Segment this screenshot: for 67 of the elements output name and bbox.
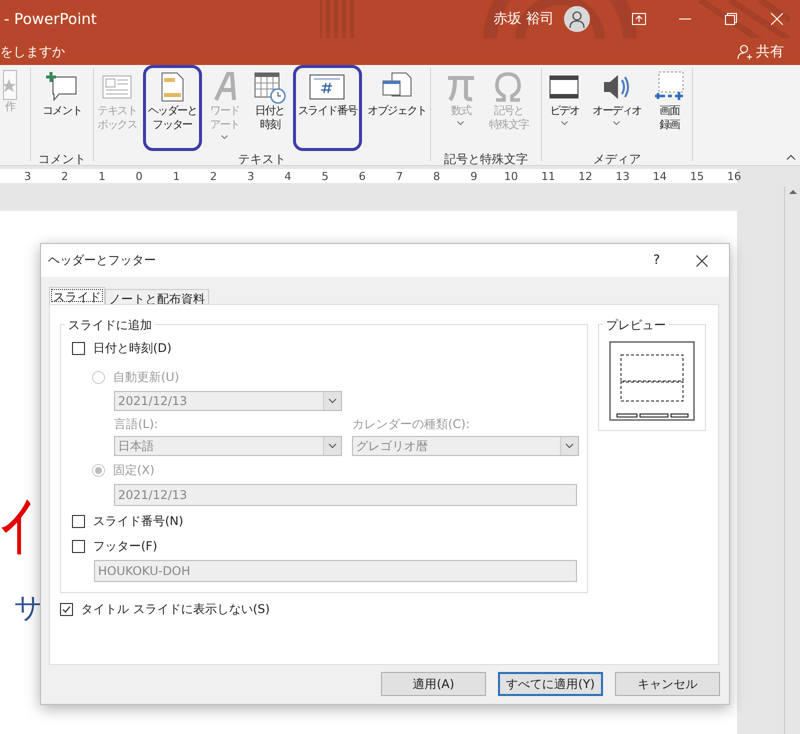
- ruler-number: 1: [97, 170, 106, 182]
- dialog-title: ヘッダーとフッター: [48, 252, 157, 269]
- group-label: コメント: [37, 151, 87, 168]
- radio-label: 自動更新(U): [113, 368, 180, 386]
- scrollbar[interactable]: [784, 186, 800, 734]
- ruler-number: 10: [503, 170, 520, 182]
- ruler-number: 4: [283, 170, 292, 182]
- ruler-number: 1: [172, 170, 181, 182]
- checkmark-icon: [61, 604, 72, 614]
- avatar-icon[interactable]: [564, 6, 590, 32]
- close-icon[interactable]: [696, 254, 708, 266]
- ruler-number: 3: [23, 170, 32, 182]
- slide-subtitle: サ: [14, 594, 43, 622]
- ribbon-button[interactable]: オブジェクト: [362, 65, 432, 151]
- ribbon-button[interactable]: オーディオ: [587, 65, 646, 151]
- ribbon-button[interactable]: コメント: [37, 65, 87, 151]
- chevron-down-icon: [328, 443, 337, 449]
- checkbox[interactable]: [72, 342, 85, 354]
- ribbon-button[interactable]: ヘッダーと フッター: [142, 65, 202, 151]
- calendar-type-label: カレンダーの種類(C):: [352, 416, 471, 433]
- window-title: - PowerPoint: [3, 10, 97, 28]
- checkbox[interactable]: [60, 602, 73, 616]
- ruler-number: 12: [577, 170, 594, 182]
- radio-label: 固定(X): [113, 462, 155, 478]
- checkbox-label: 日付と時刻(D): [93, 340, 172, 356]
- ruler-number: 3: [246, 170, 256, 182]
- slide-title: イ: [0, 496, 37, 558]
- ribbon-button[interactable]: スライド番号: [292, 65, 362, 151]
- dialog-button[interactable]: キャンセル: [615, 672, 720, 696]
- dialog-button[interactable]: 適用(A): [381, 672, 486, 696]
- ruler-number: 15: [688, 170, 705, 182]
- ruler-number: 13: [614, 170, 631, 182]
- group-legend: スライドに追加: [65, 317, 155, 334]
- ruler-number: 16: [726, 170, 742, 182]
- ribbon-button[interactable]: ビデオ: [542, 65, 586, 151]
- user-name: 赤坂 裕司: [494, 10, 554, 28]
- ruler-number: 7: [394, 170, 404, 182]
- checkbox-label: フッター(F): [93, 538, 158, 554]
- collapse-ribbon-icon[interactable]: [786, 154, 796, 160]
- dialog-button[interactable]: すべてに適用(Y): [498, 672, 603, 696]
- ruler-number: 2: [209, 170, 218, 182]
- ruler-number: 8: [432, 170, 442, 182]
- group-label: 記号と特殊文字: [443, 151, 529, 168]
- ruler-number: 14: [652, 170, 668, 182]
- ruler-number: 2: [60, 170, 70, 182]
- comment-icon: [44, 70, 79, 104]
- checkbox-label: スライド番号(N): [93, 512, 184, 530]
- ruler-number: 11: [540, 170, 556, 182]
- chevron-down-icon: [565, 443, 574, 449]
- share-button[interactable]: 共有: [737, 42, 784, 60]
- group-label: メディア: [592, 151, 642, 168]
- calendar-clock-icon: [252, 70, 287, 104]
- person-add-icon: [737, 44, 753, 60]
- chevron-down-icon: [328, 398, 337, 404]
- ribbon-button[interactable]: 日付と 時刻: [248, 65, 292, 151]
- language-label: 言語(L):: [114, 416, 160, 433]
- ruler-number: 5: [320, 170, 330, 182]
- checkbox-label: タイトル スライドに表示しない(S): [81, 600, 270, 618]
- scroll-up-icon[interactable]: [788, 189, 796, 194]
- group-label: テキスト: [237, 151, 287, 168]
- checkbox[interactable]: [72, 514, 85, 528]
- ruler-number: 9: [469, 170, 478, 182]
- ruler-number: 6: [358, 170, 367, 182]
- help-button[interactable]: ?: [653, 253, 660, 268]
- ribbon-button[interactable]: 画面 録画: [648, 65, 692, 151]
- tell-me-text[interactable]: をしますか: [0, 42, 65, 60]
- ruler-number: 0: [134, 170, 144, 182]
